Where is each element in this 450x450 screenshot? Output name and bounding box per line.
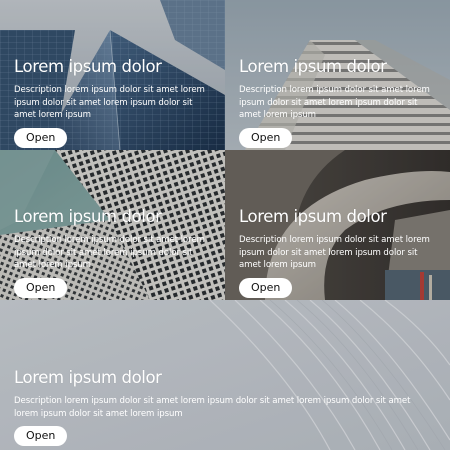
card-title: Lorem ipsum dolor bbox=[14, 57, 162, 76]
card-description: Description lorem ipsum dolor sit amet l… bbox=[14, 396, 411, 419]
card-description: Description lorem ipsum dolor sit amet l… bbox=[239, 235, 430, 270]
card-content: Lorem ipsum dolor Description lorem ipsu… bbox=[14, 367, 438, 446]
card-4: Lorem ipsum dolor Description lorem ipsu… bbox=[225, 150, 450, 300]
card-content: Lorem ipsum dolor Description lorem ipsu… bbox=[14, 206, 213, 298]
open-button[interactable]: Open bbox=[239, 277, 293, 298]
card-title: Lorem ipsum dolor bbox=[239, 57, 387, 76]
card-2: Lorem ipsum dolor Description lorem ipsu… bbox=[225, 0, 450, 150]
open-button[interactable]: Open bbox=[14, 426, 68, 446]
card-content: Lorem ipsum dolor Description lorem ipsu… bbox=[239, 56, 438, 148]
card-description: Description lorem ipsum dolor sit amet l… bbox=[14, 235, 205, 270]
open-button[interactable]: Open bbox=[239, 127, 293, 148]
card-title: Lorem ipsum dolor bbox=[239, 207, 387, 226]
card-description: Description lorem ipsum dolor sit amet l… bbox=[239, 85, 430, 120]
open-button[interactable]: Open bbox=[14, 277, 68, 298]
card-title: Lorem ipsum dolor bbox=[14, 368, 162, 387]
card-content: Lorem ipsum dolor Description lorem ipsu… bbox=[14, 56, 213, 148]
card-title: Lorem ipsum dolor bbox=[14, 207, 162, 226]
card-5: Lorem ipsum dolor Description lorem ipsu… bbox=[0, 300, 450, 450]
card-content: Lorem ipsum dolor Description lorem ipsu… bbox=[239, 206, 438, 298]
card-grid: Lorem ipsum dolor Description lorem ipsu… bbox=[0, 0, 450, 450]
card-1: Lorem ipsum dolor Description lorem ipsu… bbox=[0, 0, 225, 150]
card-3: Lorem ipsum dolor Description lorem ipsu… bbox=[0, 150, 225, 300]
open-button[interactable]: Open bbox=[14, 127, 68, 148]
card-description: Description lorem ipsum dolor sit amet l… bbox=[14, 85, 205, 120]
